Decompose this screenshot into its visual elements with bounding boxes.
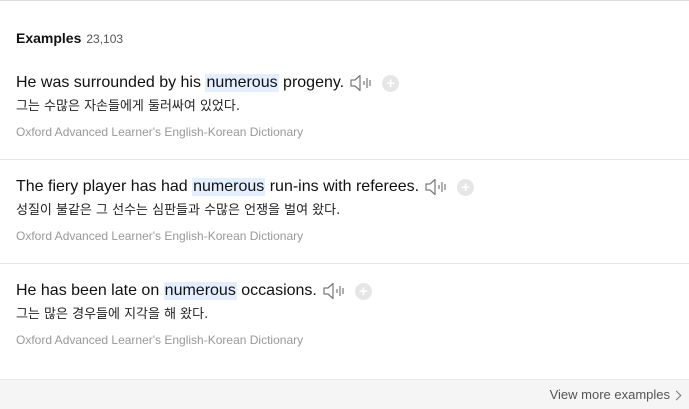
add-to-wordbook-plus-icon[interactable]: + [382, 74, 400, 92]
example-text-after: occasions. [241, 282, 317, 299]
speaker-icon[interactable] [322, 281, 346, 301]
example-korean-translation: 성질이 불같은 그 선수는 심판들과 수많은 언쟁을 벌여 왔다. [16, 203, 341, 218]
example-english-sentence: He was surrounded by his numerous progen… [16, 71, 689, 95]
example-item: He was surrounded by his numerous progen… [0, 71, 689, 160]
example-text-after: run-ins with referees. [269, 178, 420, 195]
speaker-icon[interactable] [349, 73, 373, 93]
highlighted-word: numerous [205, 74, 279, 92]
example-korean-translation: 그는 많은 경우들에 지각을 해 왔다. [16, 307, 209, 322]
example-text-before: He has been late on [16, 282, 160, 299]
example-english-sentence: He has been late on numerous occasions. … [16, 279, 689, 303]
view-more-examples-link[interactable]: View more examples [549, 387, 682, 402]
example-korean-translation: 그는 수많은 자손들에게 둘러싸여 있었다. [16, 99, 240, 114]
example-source: Oxford Advanced Learner's English-Korean… [16, 125, 304, 139]
example-item: He has been late on numerous occasions. … [0, 279, 689, 368]
example-item: The fiery player has had numerous run-in… [0, 175, 689, 264]
examples-header: Examples 23,103 [16, 30, 123, 46]
examples-panel: Examples 23,103 He was surrounded by his… [0, 0, 689, 409]
example-source: Oxford Advanced Learner's English-Korean… [16, 229, 304, 243]
speaker-icon[interactable] [424, 177, 448, 197]
example-text-after: progeny. [283, 74, 345, 91]
add-to-wordbook-plus-icon[interactable]: + [457, 178, 475, 196]
add-to-wordbook-plus-icon[interactable]: + [354, 282, 372, 300]
chevron-right-icon [671, 390, 682, 400]
example-source: Oxford Advanced Learner's English-Korean… [16, 333, 304, 347]
highlighted-word: numerous [192, 178, 266, 196]
footer-bar: View more examples [0, 379, 689, 409]
example-english-sentence: The fiery player has had numerous run-in… [16, 175, 689, 199]
highlighted-word: numerous [163, 282, 237, 300]
view-more-label: View more examples [549, 387, 670, 402]
examples-title: Examples [16, 30, 82, 46]
examples-count: 23,103 [86, 32, 124, 46]
example-text-before: The fiery player has had [16, 178, 188, 195]
example-text-before: He was surrounded by his [16, 74, 201, 91]
